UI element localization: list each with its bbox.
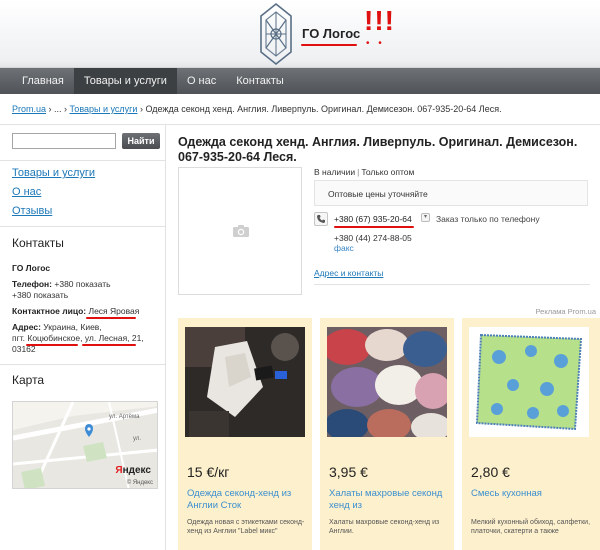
contact-person-label: Контактное лицо: bbox=[12, 306, 87, 316]
fax-label: факс bbox=[334, 243, 354, 253]
availability-status: В наличии | Только оптом bbox=[314, 167, 415, 177]
ad-card[interactable]: 2,80 € Смесь кухонная Мелкий кухонный об… bbox=[462, 318, 600, 550]
company-name[interactable]: ГО Логос bbox=[302, 26, 360, 41]
ad-card-image[interactable] bbox=[327, 327, 447, 437]
sidebar-link-about[interactable]: О нас bbox=[12, 186, 41, 198]
site-header: ГО Логос !!! • • bbox=[0, 0, 600, 68]
location-map[interactable]: ул. Артёма ул. Яндекс © Яндекс bbox=[12, 401, 158, 489]
ad-card-image[interactable] bbox=[185, 327, 305, 437]
ad-card-description: Одежда новая с этикетками секонд-хенд из… bbox=[187, 519, 305, 535]
sidebar-divider bbox=[0, 226, 166, 227]
contact-phone-show-link[interactable]: +380 показать bbox=[54, 279, 110, 289]
nav-products[interactable]: Товары и услуги bbox=[73, 68, 177, 94]
phone-number-main[interactable]: +380 (67) 935-20-64 bbox=[334, 214, 412, 224]
ads-label: Реклама Prom.ua bbox=[535, 307, 596, 316]
search-form: Найти bbox=[12, 133, 160, 149]
contact-person: Контактное лицо: Леся Яровая bbox=[12, 306, 162, 317]
annotation-underline bbox=[301, 44, 357, 46]
ad-card-image[interactable] bbox=[469, 327, 589, 437]
ad-card[interactable]: 15 €/кг Одежда секонд-хенд из Англии Сто… bbox=[178, 318, 312, 550]
sidebar-divider bbox=[0, 364, 166, 365]
annotation-underline bbox=[86, 317, 136, 319]
contact-company: ГО Логос bbox=[12, 263, 162, 274]
contact-phone-label: Телефон: bbox=[12, 279, 52, 289]
ad-card-title-link[interactable]: Одежда секонд-хенд из Англии Сток bbox=[187, 488, 307, 512]
breadcrumb-section-link[interactable]: Товары и услуги bbox=[70, 104, 138, 114]
wholesale-label: Только оптом bbox=[361, 167, 415, 177]
annotation-exclamation: !!! bbox=[364, 5, 395, 36]
address-contacts-link[interactable]: Адрес и контакты bbox=[314, 268, 383, 278]
sidebar-divider bbox=[0, 160, 166, 161]
contact-address-line: Украина, Киев, bbox=[43, 322, 102, 332]
ad-card-description: Мелкий кухонный обиход, салфетки, платоч… bbox=[471, 519, 591, 535]
nav-contacts[interactable]: Контакты bbox=[226, 68, 294, 94]
contact-phone: Телефон: +380 показать +380 показать bbox=[12, 279, 162, 301]
breadcrumb-current: Одежда секонд хенд. Англия. Ливерпуль. О… bbox=[145, 104, 502, 114]
phone-number-second: +380 (44) 274-88-05 bbox=[334, 233, 412, 243]
annotation-underline bbox=[334, 226, 414, 228]
annotation-underline bbox=[82, 344, 136, 346]
map-street-label: ул. bbox=[133, 436, 142, 442]
map-street-label: ул. Артёма bbox=[109, 414, 140, 420]
contacts-heading: Контакты bbox=[12, 236, 64, 250]
search-input[interactable] bbox=[12, 133, 116, 149]
company-logo[interactable] bbox=[258, 2, 294, 66]
ad-card-title-link[interactable]: Халаты махровые секонд хенд из bbox=[329, 488, 449, 512]
main-nav: Главная Товары и услуги О нас Контакты bbox=[0, 68, 600, 94]
camera-icon bbox=[233, 225, 249, 237]
map-heading: Карта bbox=[12, 373, 45, 387]
contact-address-label: Адрес: bbox=[12, 322, 41, 332]
sidebar-link-reviews[interactable]: Отзывы bbox=[12, 205, 52, 217]
product-title: Одежда секонд хенд. Англия. Ливерпуль. О… bbox=[178, 135, 578, 164]
contact-address-line: пгт. Коцюбинское, ул. Лесная, 21, bbox=[12, 333, 144, 343]
sidebar-link-products[interactable]: Товары и услуги bbox=[12, 167, 95, 179]
phone-icon bbox=[314, 212, 328, 226]
sidebar: Найти Товары и услуги О нас Отзывы Конта… bbox=[0, 125, 166, 550]
nav-home[interactable]: Главная bbox=[12, 68, 74, 94]
ad-card-price: 15 €/кг bbox=[187, 464, 230, 480]
ad-card-title-link[interactable]: Смесь кухонная bbox=[471, 488, 591, 500]
nav-about[interactable]: О нас bbox=[177, 68, 226, 94]
ad-card-price: 2,80 € bbox=[471, 464, 510, 480]
ad-card-price: 3,95 € bbox=[329, 464, 368, 480]
annotation-underline bbox=[26, 344, 78, 346]
search-button[interactable]: Найти bbox=[122, 133, 160, 149]
ad-card[interactable]: 3,95 € Халаты махровые секонд хенд из Ха… bbox=[320, 318, 454, 550]
breadcrumb: Prom.ua › ... › Товары и услуги › Одежда… bbox=[12, 104, 502, 114]
breadcrumb-separator: › ... › bbox=[46, 104, 70, 114]
content-divider bbox=[314, 284, 590, 285]
breadcrumb-root-link[interactable]: Prom.ua bbox=[12, 104, 46, 114]
ad-card-description: Халаты махровые секонд-хенд из Англии. bbox=[329, 519, 440, 535]
annotation-dots: • • bbox=[366, 38, 385, 49]
phone-note: Заказ только по телефону bbox=[436, 214, 540, 224]
yandex-logo: Яндекс bbox=[115, 465, 151, 476]
contact-address: Адрес: Украина, Киев, пгт. Коцюбинское, … bbox=[12, 322, 162, 355]
contact-company-name: ГО Логос bbox=[12, 263, 51, 273]
in-stock-label: В наличии bbox=[314, 167, 356, 177]
contact-person-name: Леся Яровая bbox=[88, 306, 140, 316]
contact-phone-show-link[interactable]: +380 показать bbox=[12, 290, 68, 300]
price-note: Оптовые цены уточняйте bbox=[314, 180, 588, 206]
product-photo-placeholder[interactable] bbox=[178, 167, 302, 295]
phone-dropdown-button[interactable]: ▾ bbox=[421, 213, 430, 222]
map-copyright: © Яндекс bbox=[126, 480, 153, 486]
